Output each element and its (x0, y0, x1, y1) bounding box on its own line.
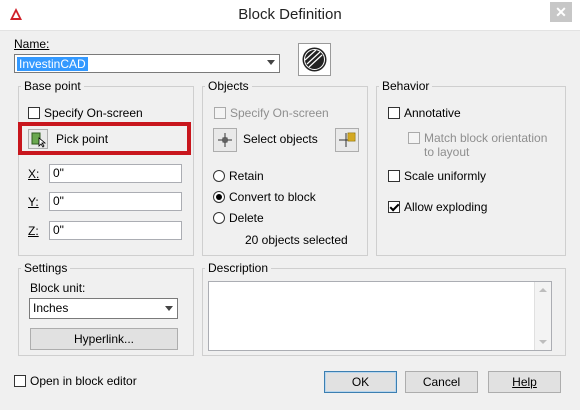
title-bar: Block Definition ✕ (0, 0, 580, 31)
delete-label: Delete (229, 211, 264, 225)
name-label: Name: (14, 37, 50, 51)
y-input[interactable]: 0" (49, 192, 182, 211)
scroll-down-icon[interactable] (539, 340, 547, 344)
base-specify-onscreen-checkbox[interactable] (28, 107, 40, 119)
name-value: InvestinCAD (17, 57, 88, 71)
block-preview-icon (299, 44, 330, 75)
z-input[interactable]: 0" (49, 221, 182, 240)
description-title: Description (205, 261, 272, 275)
block-definition-dialog: Block Definition ✕ Name: InvestinCAD Bas… (0, 0, 580, 410)
quick-select-button[interactable] (335, 128, 359, 152)
name-combobox[interactable]: InvestinCAD (14, 54, 280, 73)
delete-radio[interactable] (213, 212, 225, 224)
window-title: Block Definition (238, 6, 342, 23)
close-button[interactable]: ✕ (550, 2, 572, 22)
scale-uniformly-checkbox[interactable] (388, 170, 400, 182)
block-unit-select[interactable]: Inches (29, 298, 178, 319)
ok-button[interactable]: OK (324, 371, 397, 393)
crosshair-icon (218, 133, 232, 147)
match-orientation-label-line1: Match block orientation (424, 131, 548, 145)
block-unit-value: Inches (33, 301, 69, 315)
retain-radio[interactable] (213, 170, 225, 182)
objects-specify-onscreen-label: Specify On-screen (230, 106, 329, 120)
quick-select-icon (339, 132, 356, 147)
match-orientation-checkbox[interactable] (408, 132, 420, 144)
objects-specify-onscreen-checkbox[interactable] (214, 107, 226, 119)
pick-point-highlight (18, 122, 191, 155)
select-objects-button[interactable] (213, 128, 237, 152)
description-textarea[interactable] (208, 281, 552, 351)
z-label: Z: (28, 224, 39, 238)
description-scrollbar[interactable] (534, 282, 551, 350)
annotative-checkbox[interactable] (388, 107, 400, 119)
match-orientation-label-line2: to layout (424, 145, 470, 159)
hyperlink-button[interactable]: Hyperlink... (30, 328, 178, 350)
y-label: Y: (28, 195, 39, 209)
convert-to-block-radio[interactable] (213, 191, 225, 203)
open-in-block-editor-label: Open in block editor (30, 374, 137, 388)
convert-to-block-label: Convert to block (229, 190, 316, 204)
scale-uniformly-label: Scale uniformly (404, 169, 487, 183)
settings-title: Settings (21, 261, 71, 275)
behavior-title: Behavior (379, 79, 433, 93)
cancel-button[interactable]: Cancel (405, 371, 478, 393)
scroll-up-icon[interactable] (539, 288, 547, 292)
allow-exploding-checkbox[interactable] (388, 201, 400, 213)
block-unit-label: Block unit: (30, 281, 86, 295)
block-preview (298, 43, 331, 76)
help-button[interactable]: Help (488, 371, 561, 393)
annotative-label: Annotative (404, 106, 461, 120)
x-label: X: (28, 167, 40, 181)
open-in-block-editor-checkbox[interactable] (14, 375, 26, 387)
x-input[interactable]: 0" (49, 164, 182, 183)
retain-label: Retain (229, 169, 264, 183)
base-specify-onscreen-label: Specify On-screen (44, 106, 143, 120)
objects-selected-status: 20 objects selected (245, 233, 348, 247)
select-objects-label: Select objects (243, 132, 318, 146)
chevron-down-icon[interactable] (267, 60, 275, 65)
base-point-title: Base point (21, 79, 84, 93)
allow-exploding-label: Allow exploding (404, 200, 488, 214)
chevron-down-icon[interactable] (165, 306, 173, 311)
objects-title: Objects (205, 79, 252, 93)
